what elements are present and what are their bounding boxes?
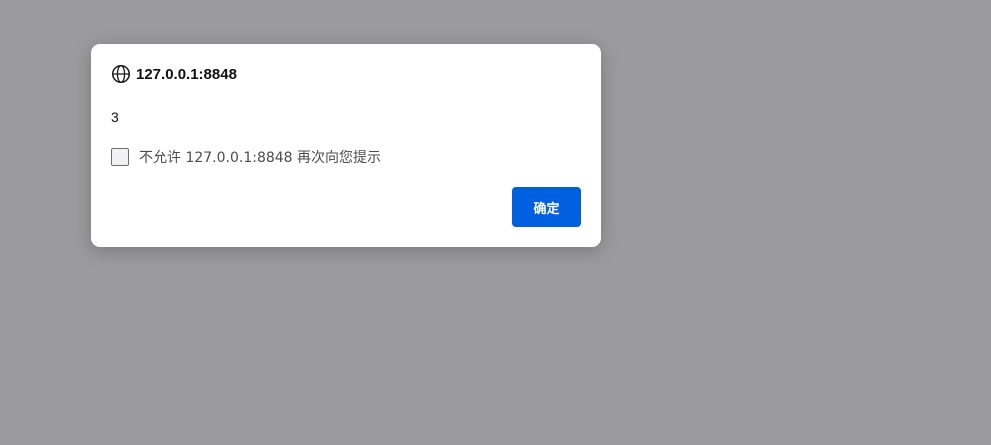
dialog-origin-title: 127.0.0.1:8848	[136, 65, 237, 83]
suppress-dialogs-option[interactable]: 不允许 127.0.0.1:8848 再次向您提示	[111, 147, 381, 167]
alert-dialog: 127.0.0.1:8848 3 不允许 127.0.0.1:8848 再次向您…	[91, 44, 601, 247]
globe-icon	[111, 64, 131, 84]
ok-button[interactable]: 确定	[512, 187, 581, 227]
dialog-message: 3	[111, 109, 119, 125]
suppress-dialogs-checkbox[interactable]	[111, 148, 129, 166]
suppress-dialogs-label[interactable]: 不允许 127.0.0.1:8848 再次向您提示	[139, 147, 381, 167]
dialog-header: 127.0.0.1:8848	[111, 64, 237, 84]
